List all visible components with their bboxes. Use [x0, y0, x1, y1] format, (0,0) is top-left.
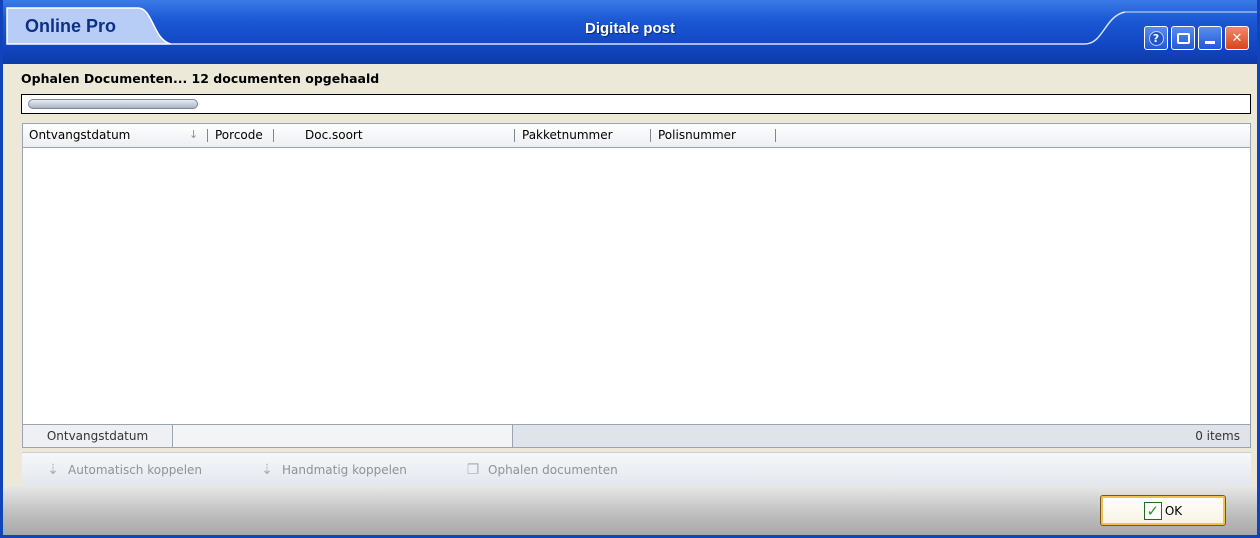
column-header-ontvangstdatum[interactable]: Ontvangstdatum — [23, 124, 130, 147]
column-header-doc-soort[interactable]: Doc.soort — [299, 124, 363, 147]
checkmark-icon: ✓ — [1143, 501, 1162, 520]
documents-icon: ❐ — [466, 462, 480, 478]
progress-fill — [28, 99, 198, 109]
close-icon: ✕ — [1231, 30, 1243, 46]
title-buttons: ? ✕ — [1144, 26, 1249, 50]
column-header-pakketnummer[interactable]: Pakketnummer — [516, 124, 613, 147]
link-icon: ⇣ — [47, 462, 59, 478]
bottom-bar: ✓ OK — [3, 487, 1257, 535]
grid-body[interactable] — [23, 148, 1250, 424]
manual-link-label: Handmatig koppelen — [282, 463, 407, 477]
ok-button[interactable]: ✓ OK — [1100, 495, 1226, 526]
digitale-post-window: Online Pro Digitale post ? ✕ Ophalen Doc… — [0, 0, 1260, 538]
link-icon: ⇣ — [261, 462, 273, 478]
grid-header: Ontvangstdatum ↓ Porcode Doc.soort Pakke… — [23, 124, 1250, 148]
auto-link-button[interactable]: ⇣ Automatisch koppelen — [44, 453, 202, 487]
screenshot-icon — [1176, 32, 1190, 44]
manual-link-button[interactable]: ⇣ Handmatig koppelen — [258, 453, 407, 487]
grid-footer: Ontvangstdatum 0 items — [23, 424, 1250, 447]
column-separator[interactable] — [650, 129, 651, 142]
minimize-icon — [1205, 41, 1215, 44]
fetch-documents-label: Ophalen documenten — [488, 463, 618, 477]
ok-label: OK — [1164, 503, 1183, 518]
progress-bar — [21, 94, 1251, 114]
column-separator[interactable] — [273, 129, 274, 142]
documents-grid[interactable]: Ontvangstdatum ↓ Porcode Doc.soort Pakke… — [22, 123, 1251, 448]
fetch-documents-button[interactable]: ❐ Ophalen documenten — [464, 453, 618, 487]
window-title: Digitale post — [584, 20, 675, 37]
sort-arrow-icon: ↓ — [189, 128, 199, 141]
column-separator[interactable] — [775, 129, 776, 142]
column-header-polisnummer[interactable]: Polisnummer — [652, 124, 736, 147]
question-icon: ? — [1148, 30, 1164, 46]
column-separator[interactable] — [207, 129, 208, 142]
minimize-button[interactable] — [1198, 26, 1222, 50]
close-button[interactable]: ✕ — [1225, 26, 1249, 50]
help-button[interactable]: ? — [1144, 26, 1168, 50]
group-drop-area[interactable] — [173, 425, 513, 447]
title-bar[interactable]: Online Pro Digitale post ? ✕ — [3, 0, 1257, 64]
item-count: 0 items — [513, 425, 1250, 447]
column-separator[interactable] — [514, 129, 515, 142]
auto-link-label: Automatisch koppelen — [68, 463, 203, 477]
group-field-label[interactable]: Ontvangstdatum — [23, 425, 173, 447]
column-header-porcode[interactable]: Porcode — [209, 124, 263, 147]
status-text: Ophalen Documenten... 12 documenten opge… — [21, 71, 380, 86]
action-toolbar: ⇣ Automatisch koppelen ⇣ Handmatig koppele… — [22, 452, 1251, 486]
screenshot-button[interactable] — [1171, 26, 1195, 50]
